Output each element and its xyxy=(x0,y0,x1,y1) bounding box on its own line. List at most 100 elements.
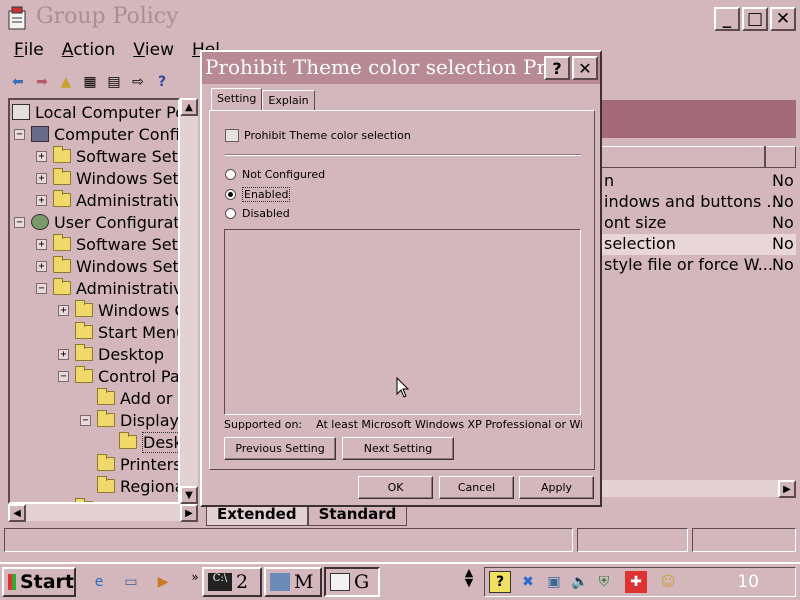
expand-icon[interactable]: + xyxy=(58,304,69,316)
setting-panel: Prohibit Theme color selection Not Confi… xyxy=(209,110,595,470)
tree-item[interactable]: + Software Setti xyxy=(36,145,180,167)
tree-item[interactable]: + Windows Setti xyxy=(36,167,178,189)
tree-item[interactable]: Add or F xyxy=(80,387,178,409)
radio-enabled[interactable]: Enabled xyxy=(225,187,291,202)
expand-icon[interactable]: + xyxy=(36,260,47,272)
tree-item[interactable]: + Windows Setti xyxy=(36,255,178,277)
tree-item[interactable]: +Shared Fol xyxy=(58,497,178,502)
menu-file[interactable]: File xyxy=(14,40,44,66)
details-horizontal-scrollbar[interactable]: ▶ xyxy=(598,480,796,498)
collapse-icon[interactable]: − xyxy=(36,282,47,294)
minimize-button[interactable]: _ xyxy=(714,7,740,31)
show-desktop-icon[interactable]: ▭ xyxy=(120,571,142,593)
scroll-up-button[interactable]: ▲ xyxy=(180,98,198,116)
show-tree-button[interactable]: ▦ xyxy=(80,72,100,92)
help-tray-icon[interactable]: ? xyxy=(489,571,511,593)
tree-item[interactable]: − Computer Config xyxy=(14,123,180,145)
tree-item[interactable]: + Software Setti xyxy=(36,233,178,255)
tree-horizontal-scrollbar[interactable]: ◀ ▶ xyxy=(8,504,198,522)
task-management-console[interactable]: M xyxy=(264,567,322,597)
internet-explorer-icon[interactable]: e xyxy=(88,571,110,593)
tab-setting[interactable]: Setting xyxy=(211,88,263,111)
taskbar-scroll-arrows-icon[interactable]: ▲ ▼ xyxy=(458,567,480,589)
tree-item[interactable]: + Administrative xyxy=(36,189,178,211)
maximize-button[interactable]: □ xyxy=(742,7,768,31)
expand-icon[interactable]: + xyxy=(36,150,47,162)
task-command-prompt-label: 2 xyxy=(236,571,249,593)
policy-list-row[interactable]: style file or force W... No xyxy=(598,255,796,276)
display-icon[interactable]: ▣ xyxy=(543,571,565,593)
expand-icon[interactable]: + xyxy=(36,172,47,184)
task-group-policy[interactable]: G xyxy=(324,567,380,597)
tree-item[interactable]: Desk xyxy=(102,431,178,453)
tree-item[interactable]: Start Menu xyxy=(58,321,178,343)
tree-vertical-scrollbar[interactable]: ▲ ▼ xyxy=(180,98,198,504)
policy-list-row[interactable]: n No xyxy=(598,171,796,192)
firewall-icon[interactable]: ✚ xyxy=(625,571,647,593)
menu-view[interactable]: View xyxy=(133,40,174,66)
window-title: Group Policy xyxy=(36,4,179,29)
menu-action[interactable]: Action xyxy=(62,40,116,66)
properties-button[interactable]: ▤ xyxy=(104,72,124,92)
column-headers[interactable] xyxy=(598,146,796,168)
expand-icon[interactable]: + xyxy=(36,238,47,250)
up-folder-button[interactable]: ▲ xyxy=(56,72,76,92)
radio-not-configured-button[interactable] xyxy=(225,169,236,180)
expand-icon[interactable]: + xyxy=(36,194,47,206)
media-player-icon[interactable]: ▶ xyxy=(152,571,174,593)
tree-item[interactable]: − User Configuration xyxy=(14,211,178,233)
cancel-button[interactable]: Cancel xyxy=(439,476,514,499)
tree-item[interactable]: Printers xyxy=(80,453,178,475)
next-setting-button[interactable]: Next Setting xyxy=(342,437,454,460)
console-tree[interactable]: Local Computer Pol − Computer Config + Softw… xyxy=(8,98,180,504)
expand-icon[interactable]: + xyxy=(58,348,69,360)
scroll-left-button[interactable]: ◀ xyxy=(8,504,26,522)
previous-setting-button[interactable]: Previous Setting xyxy=(224,437,336,460)
details-scroll-right-button[interactable]: ▶ xyxy=(778,480,796,498)
tree-item[interactable]: − Control Par xyxy=(58,365,178,387)
task-command-prompt[interactable]: C:\ 2 xyxy=(202,567,262,597)
collapse-icon[interactable]: − xyxy=(14,216,25,228)
start-button[interactable]: Start xyxy=(2,567,76,597)
tree-item[interactable]: + Desktop xyxy=(58,343,164,365)
radio-disabled-button[interactable] xyxy=(225,208,236,219)
tree-item[interactable]: Local Computer Pol xyxy=(12,101,178,123)
policy-list-row[interactable]: ont size No xyxy=(598,213,796,234)
tree-item-label: Computer Config xyxy=(54,124,180,144)
tree-item-label: Software Setti xyxy=(76,146,180,166)
scroll-down-button[interactable]: ▼ xyxy=(180,486,198,504)
smiley-icon[interactable]: ☺ xyxy=(657,571,679,593)
forward-button[interactable]: ➡ xyxy=(32,72,52,92)
clock[interactable]: 10 xyxy=(737,572,759,592)
help-button[interactable]: ? xyxy=(152,72,172,92)
policy-list-row[interactable]: indows and buttons ... No xyxy=(598,192,796,213)
tree-item[interactable]: − Display xyxy=(80,409,178,431)
security-shield-icon[interactable]: ⛨ xyxy=(593,571,615,593)
tab-explain[interactable]: Explain xyxy=(262,90,315,111)
radio-not-configured[interactable]: Not Configured xyxy=(225,168,325,181)
scroll-right-button[interactable]: ▶ xyxy=(180,504,198,522)
volume-icon[interactable]: 🔈 xyxy=(569,571,591,593)
collapse-icon[interactable]: − xyxy=(80,414,91,426)
tree-item[interactable]: Regiona xyxy=(80,475,178,497)
dialog-close-button[interactable]: ✕ xyxy=(572,56,598,80)
close-button[interactable]: ✕ xyxy=(770,7,796,31)
network-disconnected-icon[interactable]: ✖ xyxy=(517,571,539,593)
tree-item[interactable]: − Administrative xyxy=(36,277,178,299)
radio-enabled-button[interactable] xyxy=(225,189,236,200)
menu-action-mnemonic: A xyxy=(61,40,74,60)
dialog-title-bar[interactable]: Prohibit Theme color selection Pr... ? ✕ xyxy=(202,52,600,84)
title-bar[interactable]: Group Policy _ □ ✕ xyxy=(0,0,800,38)
export-button[interactable]: ⇨ xyxy=(128,72,148,92)
collapse-icon[interactable]: − xyxy=(58,370,69,382)
dialog-help-button[interactable]: ? xyxy=(544,56,570,80)
mouse-pointer-icon xyxy=(396,377,410,398)
radio-disabled[interactable]: Disabled xyxy=(225,207,290,220)
tree-item[interactable]: + Windows C xyxy=(58,299,178,321)
apply-button[interactable]: Apply xyxy=(519,476,594,499)
back-button[interactable]: ⬅ xyxy=(8,72,28,92)
ok-button[interactable]: OK xyxy=(358,476,433,499)
collapse-icon[interactable]: − xyxy=(14,128,25,140)
policy-list-row[interactable]: selection No xyxy=(598,234,796,255)
column-separator[interactable] xyxy=(764,146,766,168)
